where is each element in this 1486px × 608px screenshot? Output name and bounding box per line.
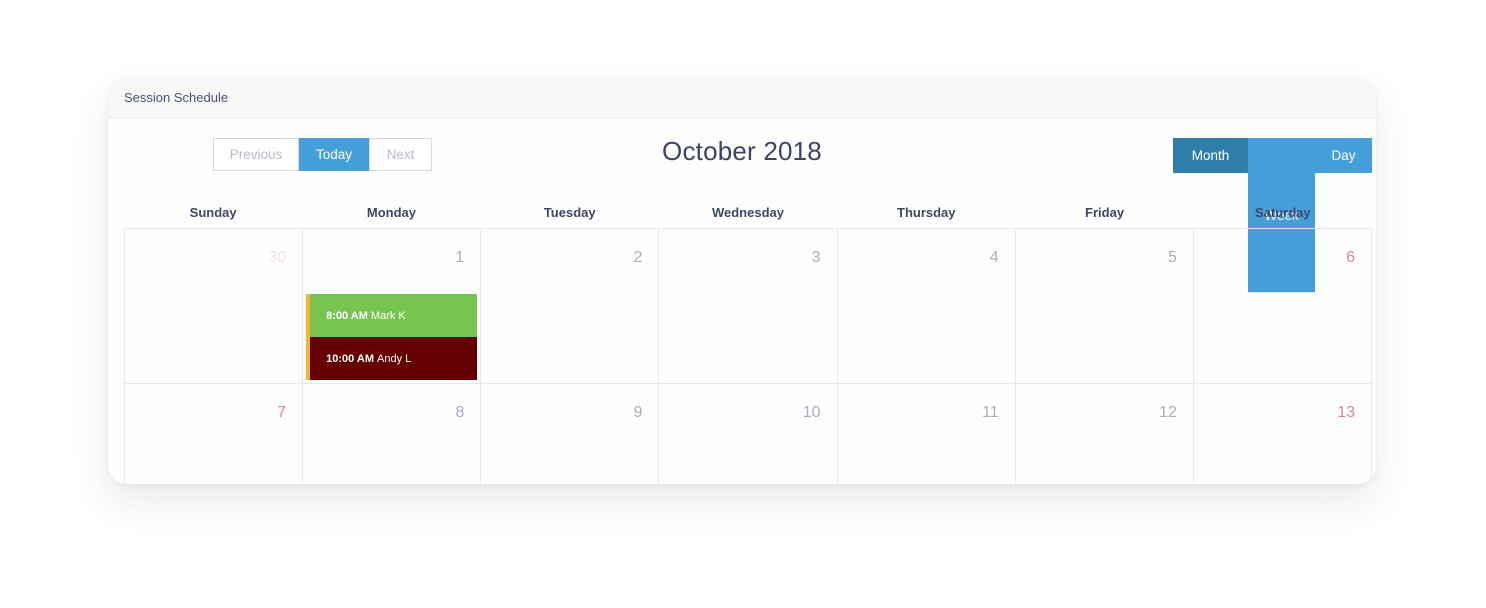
day-number[interactable]: 5 bbox=[1168, 249, 1177, 267]
calendar-toolbar: October 2018 Previous Today Next Month W… bbox=[108, 136, 1376, 293]
event-title: Mark K bbox=[370, 309, 406, 322]
weekday-header: Monday bbox=[366, 205, 416, 220]
weekday-header: Thursday bbox=[897, 205, 956, 220]
card-title: Session Schedule bbox=[124, 90, 229, 105]
day-number[interactable]: 1 bbox=[455, 249, 464, 267]
day-cell[interactable]: 1 8:00 AM Mark K 10:00 AM Andy L bbox=[303, 229, 482, 383]
event-list: 8:00 AM Mark K 10:00 AM Andy L bbox=[306, 294, 478, 380]
day-number[interactable]: 9 bbox=[634, 404, 643, 422]
day-number[interactable]: 2 bbox=[634, 249, 643, 267]
day-cell[interactable]: 4 bbox=[838, 229, 1016, 383]
month-grid: Sunday Monday Tuesday Wednesday Thursday… bbox=[124, 202, 1372, 484]
weekday-header: Sunday bbox=[189, 205, 237, 220]
day-cell[interactable]: 12 bbox=[1016, 384, 1194, 484]
day-cell[interactable]: 7 bbox=[125, 384, 304, 484]
day-number[interactable]: 7 bbox=[277, 404, 286, 422]
view-month-button[interactable]: Month bbox=[1173, 138, 1248, 173]
week-row: 7 8 9 10 11 12 13 bbox=[125, 384, 1372, 484]
day-number[interactable]: 4 bbox=[990, 249, 999, 267]
week-row: 30 1 8:00 AM Mark K 10:00 AM Andy L23456 bbox=[125, 229, 1372, 384]
event-title: Andy L bbox=[377, 352, 412, 365]
weekday-header: Wednesday bbox=[711, 205, 784, 220]
day-cell[interactable]: 5 bbox=[1016, 229, 1194, 383]
card-header: Session Schedule bbox=[108, 78, 1376, 118]
day-cell[interactable]: 6 bbox=[1194, 229, 1372, 383]
day-number[interactable]: 8 bbox=[455, 404, 464, 422]
view-day-button[interactable]: Day bbox=[1315, 138, 1372, 173]
day-cell[interactable]: 13 bbox=[1194, 384, 1372, 484]
calendar-event[interactable]: 8:00 AM Mark K bbox=[310, 294, 478, 337]
previous-button[interactable]: Previous bbox=[213, 138, 299, 171]
event-time: 8:00 AM bbox=[326, 309, 368, 322]
navigation-button-group: Previous Today Next bbox=[213, 138, 432, 171]
weekday-header: Tuesday bbox=[543, 205, 596, 220]
calendar-event[interactable]: 10:00 AM Andy L bbox=[310, 337, 478, 380]
day-number[interactable]: 3 bbox=[812, 249, 821, 267]
day-cell[interactable]: 3 bbox=[659, 229, 838, 383]
weekday-header: Saturday bbox=[1255, 205, 1311, 220]
day-number[interactable]: 30 bbox=[268, 249, 286, 267]
session-schedule-card: Session Schedule October 2018 Previous T… bbox=[108, 78, 1376, 484]
day-cell[interactable]: 30 bbox=[125, 229, 304, 383]
day-number[interactable]: 6 bbox=[1346, 249, 1355, 267]
weeks-container: 30 1 8:00 AM Mark K 10:00 AM Andy L 2 3 4 5 6 7 8 9 10… bbox=[124, 228, 1372, 484]
day-cell[interactable]: 8 bbox=[303, 384, 482, 484]
today-button[interactable]: Today bbox=[299, 138, 369, 171]
weekday-header-row: Sunday Monday Tuesday Wednesday Thursday… bbox=[124, 202, 1372, 228]
day-cell[interactable]: 10 bbox=[659, 384, 838, 484]
day-number[interactable]: 11 bbox=[982, 404, 999, 422]
day-cell[interactable]: 2 bbox=[481, 229, 660, 383]
event-time: 10:00 AM bbox=[326, 352, 375, 365]
next-button[interactable]: Next bbox=[369, 138, 432, 171]
day-number[interactable]: 12 bbox=[1159, 404, 1177, 422]
weekday-header: Friday bbox=[1085, 205, 1125, 220]
day-cell[interactable]: 11 bbox=[838, 384, 1016, 484]
day-number[interactable]: 13 bbox=[1337, 404, 1355, 422]
day-cell[interactable]: 9 bbox=[481, 384, 660, 484]
day-number[interactable]: 10 bbox=[803, 404, 821, 422]
